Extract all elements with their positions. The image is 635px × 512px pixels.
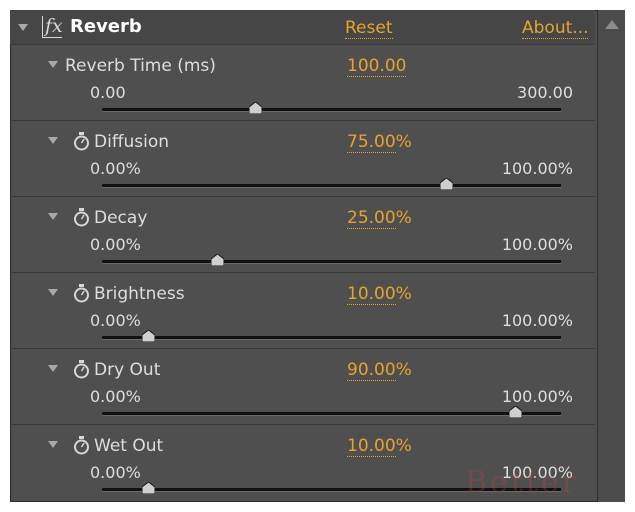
effect-header: fx Reverb Reset About... bbox=[10, 10, 595, 45]
scroll-up-arrow-icon[interactable] bbox=[605, 20, 619, 29]
slider-min-value: 0.00% bbox=[90, 463, 141, 482]
slider-thumb[interactable] bbox=[509, 406, 523, 418]
stopwatch-icon[interactable] bbox=[73, 436, 90, 455]
reset-link[interactable]: Reset bbox=[345, 18, 393, 39]
slider-max-value: 100.00% bbox=[501, 159, 573, 178]
slider-track[interactable] bbox=[102, 184, 561, 188]
slider-track[interactable] bbox=[102, 336, 561, 340]
param-row: Brightness 10.00% 0.00% 100.00% bbox=[10, 272, 595, 348]
param-value[interactable]: 10.00% bbox=[347, 284, 412, 305]
slider-max-value: 100.00% bbox=[501, 235, 573, 254]
collapse-triangle-icon[interactable] bbox=[18, 24, 28, 31]
expand-triangle-icon[interactable] bbox=[48, 213, 58, 220]
param-row: Diffusion 75.00% 0.00% 100.00% bbox=[10, 120, 595, 196]
stopwatch-icon[interactable] bbox=[73, 132, 90, 151]
watermark: Better bbox=[465, 465, 580, 500]
param-label: Brightness bbox=[94, 284, 185, 304]
effect-controls-panel: fx Reverb Reset About... Reverb Time (ms… bbox=[10, 10, 625, 502]
slider-track[interactable] bbox=[102, 412, 561, 416]
param-label: Wet Out bbox=[94, 436, 164, 456]
slider-min-value: 0.00 bbox=[90, 83, 126, 102]
about-link[interactable]: About... bbox=[522, 18, 589, 39]
param-label: Diffusion bbox=[94, 132, 170, 152]
slider-min-value: 0.00% bbox=[90, 311, 141, 330]
param-row: Dry Out 90.00% 0.00% 100.00% bbox=[10, 348, 595, 424]
param-value[interactable]: 25.00% bbox=[347, 208, 412, 229]
param-label: Dry Out bbox=[94, 360, 161, 380]
slider-min-value: 0.00% bbox=[90, 235, 141, 254]
expand-triangle-icon[interactable] bbox=[48, 441, 58, 448]
expand-triangle-icon[interactable] bbox=[48, 137, 58, 144]
slider-thumb[interactable] bbox=[210, 254, 224, 266]
effect-title: Reverb bbox=[70, 16, 142, 37]
vertical-scrollbar[interactable] bbox=[597, 10, 625, 502]
param-row: Reverb Time (ms) 100.00 0.00 300.00 bbox=[10, 44, 595, 120]
param-value[interactable]: 90.00% bbox=[347, 360, 412, 381]
expand-triangle-icon[interactable] bbox=[48, 61, 58, 68]
param-value[interactable]: 100.00 bbox=[347, 56, 407, 77]
stopwatch-icon[interactable] bbox=[73, 208, 90, 227]
slider-max-value: 100.00% bbox=[501, 311, 573, 330]
param-label: Reverb Time (ms) bbox=[65, 56, 216, 76]
stopwatch-icon[interactable] bbox=[73, 360, 90, 379]
param-value[interactable]: 75.00% bbox=[347, 132, 412, 153]
param-value[interactable]: 10.00% bbox=[347, 436, 412, 457]
slider-thumb[interactable] bbox=[141, 482, 155, 494]
slider-min-value: 0.00% bbox=[90, 159, 141, 178]
slider-track[interactable] bbox=[102, 260, 561, 264]
param-row: Decay 25.00% 0.00% 100.00% bbox=[10, 196, 595, 272]
expand-triangle-icon[interactable] bbox=[48, 365, 58, 372]
slider-max-value: 100.00% bbox=[501, 387, 573, 406]
expand-triangle-icon[interactable] bbox=[48, 289, 58, 296]
slider-thumb[interactable] bbox=[248, 102, 262, 114]
slider-max-value: 300.00 bbox=[517, 83, 573, 102]
fx-icon[interactable]: fx bbox=[42, 16, 63, 38]
slider-thumb[interactable] bbox=[141, 330, 155, 342]
stopwatch-icon[interactable] bbox=[73, 284, 90, 303]
slider-thumb[interactable] bbox=[440, 178, 454, 190]
slider-min-value: 0.00% bbox=[90, 387, 141, 406]
slider-track[interactable] bbox=[102, 108, 561, 112]
param-label: Decay bbox=[94, 208, 148, 228]
